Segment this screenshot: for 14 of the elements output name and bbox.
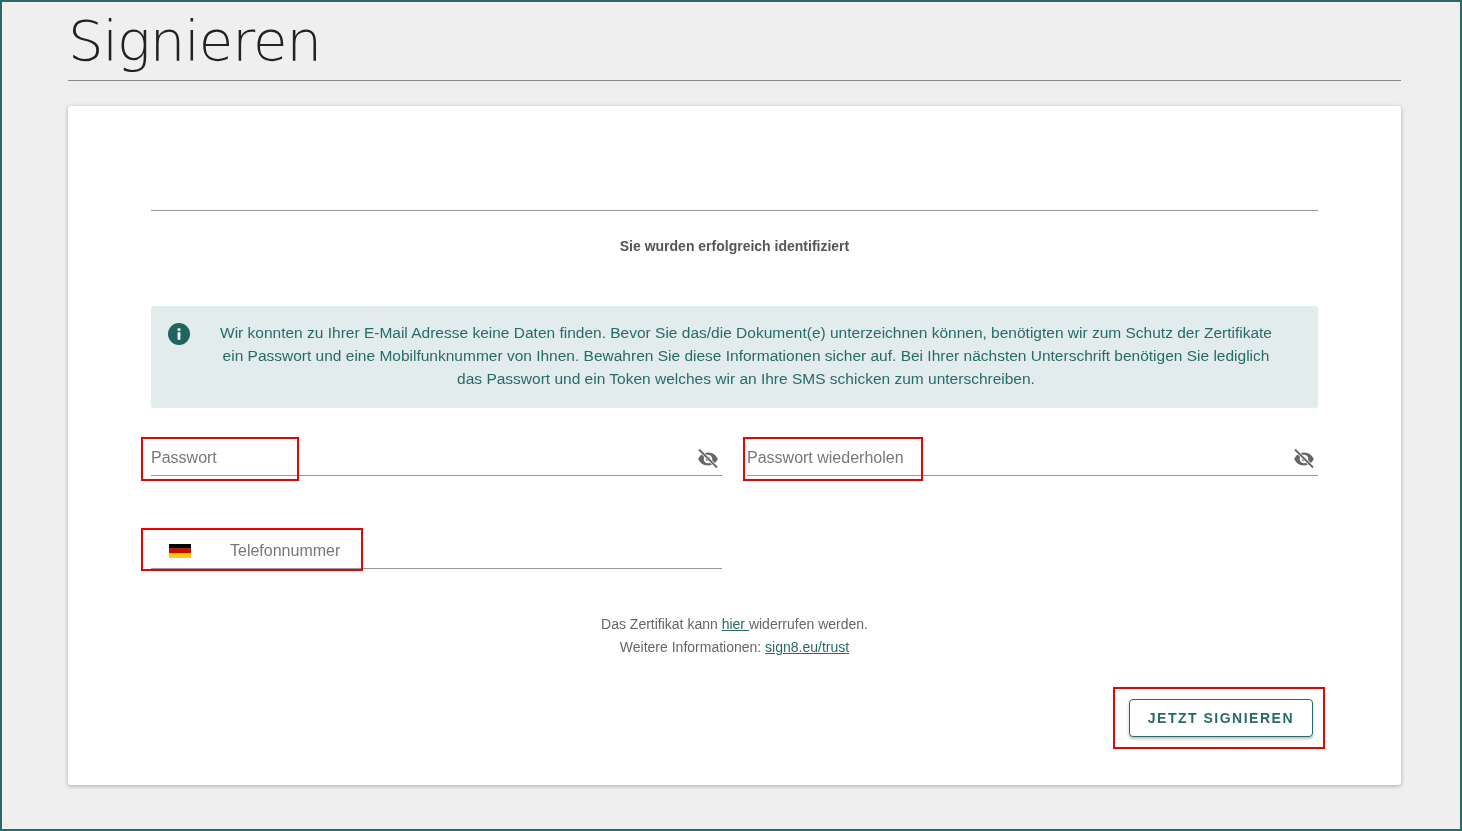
sign-button[interactable]: JETZT SIGNIEREN bbox=[1128, 699, 1313, 737]
info-message: Wir konnten zu Ihrer E-Mail Adresse keine Daten finden. Bevor Sie das/die Dokument(e) unterzeichnen können, benötigten wir zum Schutz der Zertifikate ein Passwort und eine Mobilfunknummer von Ihnen. Bewahren Sie diese Informationen sicher auf. Bei Ihrer nächsten Unterschrift benötigen Sie lediglich das Passwort und ein Token welches wir an Ihre SMS schicken zum unterschreiben. bbox=[219, 323, 1273, 389]
link[interactable]: sign8.eu/trust bbox=[765, 639, 850, 655]
eye-slash-icon[interactable] bbox=[1292, 446, 1316, 470]
eye-slash-icon[interactable] bbox=[696, 446, 720, 470]
link[interactable]: hier bbox=[721, 616, 749, 632]
info-text: Weitere Informationen: sign8.eu/trust bbox=[618, 638, 851, 657]
flag-icon[interactable] bbox=[169, 544, 191, 558]
page-title: Signieren bbox=[68, 2, 1401, 81]
info-text: Das Zertifikat kann hier widerrufen werden. bbox=[600, 615, 869, 634]
password-field[interactable]: Passwort bbox=[151, 446, 696, 470]
password-field[interactable]: Passwort wiederholen bbox=[747, 446, 1292, 470]
info-icon bbox=[168, 323, 190, 345]
phone-field[interactable]: Telefonnummer bbox=[230, 539, 722, 563]
